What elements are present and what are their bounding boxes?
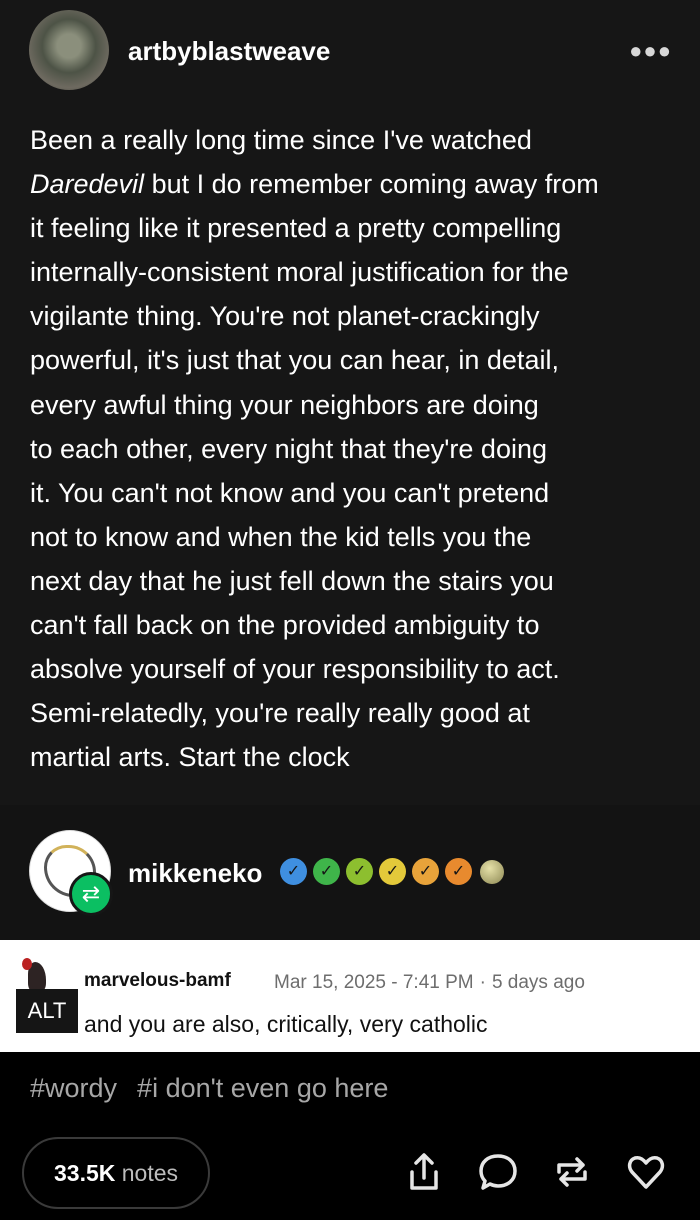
notes-count: 33.5K	[53, 1160, 116, 1186]
body-line: absolve yourself of your responsibility …	[30, 654, 560, 685]
verified-check-icon[interactable]: ✓	[412, 858, 439, 885]
post-author-name[interactable]: artbyblastweave	[128, 36, 330, 67]
body-line: it. You can't not know and you can't pre…	[30, 477, 550, 508]
body-line: vigilante thing. You're not planet-crack…	[30, 301, 540, 332]
body-line: it feeling like it presented a pretty co…	[30, 213, 562, 244]
reblog-badge-icon: ⇄	[69, 872, 113, 916]
more-options-icon[interactable]: ●●●	[629, 38, 672, 64]
quoted-text: and you are also, critically, very catho…	[84, 1011, 488, 1037]
alt-text-badge[interactable]: ALT	[16, 989, 78, 1033]
verified-check-icon[interactable]: ✓	[379, 858, 406, 885]
body-line: every awful thing your neighbors are doi…	[30, 389, 539, 420]
like-icon[interactable]	[627, 1150, 665, 1194]
body-line: Daredevil but I do remember coming away …	[30, 169, 599, 200]
body-line: next day that he just fell down the stai…	[30, 565, 554, 596]
post-actions	[405, 1150, 665, 1194]
quoted-username: marvelous-bamf	[84, 970, 231, 991]
reply-icon[interactable]	[479, 1150, 517, 1194]
badge-row: ✓ ✓ ✓ ✓ ✓ ✓	[280, 858, 504, 885]
body-line: to each other, every night that they're …	[30, 433, 547, 464]
tag[interactable]: #i don't even go here	[137, 1073, 388, 1104]
body-line: powerful, it's just that you can hear, i…	[30, 345, 559, 376]
body-line: not to know and when the kid tells you t…	[30, 521, 532, 552]
post-body: Been a really long time since I've watch…	[30, 118, 670, 779]
share-icon[interactable]	[405, 1150, 443, 1194]
verified-check-icon[interactable]: ✓	[346, 858, 373, 885]
reblogger-name[interactable]: mikkeneko	[128, 858, 262, 889]
daredevil-title: Daredevil	[30, 169, 145, 200]
quoted-timestamp: Mar 15, 2025 - 7:41 PM	[274, 972, 474, 993]
tag-list: #wordy #i don't even go here	[30, 1073, 388, 1104]
body-line: martial arts. Start the clock	[30, 742, 350, 773]
notes-label: notes	[121, 1160, 179, 1186]
body-line: can't fall back on the provided ambiguit…	[30, 610, 540, 641]
moon-icon[interactable]	[480, 860, 504, 884]
meta-separator: ·	[479, 972, 486, 993]
body-line: Semi-relatedly, you're really really goo…	[30, 698, 530, 729]
quoted-meta: Mar 15, 2025 - 7:41 PM · 5 days ago	[274, 972, 585, 994]
quoted-relative-time: 5 days ago	[491, 972, 585, 993]
verified-check-icon[interactable]: ✓	[280, 858, 307, 885]
body-line: internally-consistent moral justificatio…	[30, 257, 569, 288]
verified-check-icon[interactable]: ✓	[313, 858, 340, 885]
verified-check-icon[interactable]: ✓	[445, 858, 472, 885]
notes-button[interactable]: 33.5K notes	[22, 1137, 210, 1209]
tag[interactable]: #wordy	[30, 1073, 117, 1104]
body-line: Been a really long time since I've watch…	[30, 125, 532, 155]
reblog-icon[interactable]	[553, 1150, 591, 1194]
author-avatar[interactable]	[29, 10, 109, 90]
